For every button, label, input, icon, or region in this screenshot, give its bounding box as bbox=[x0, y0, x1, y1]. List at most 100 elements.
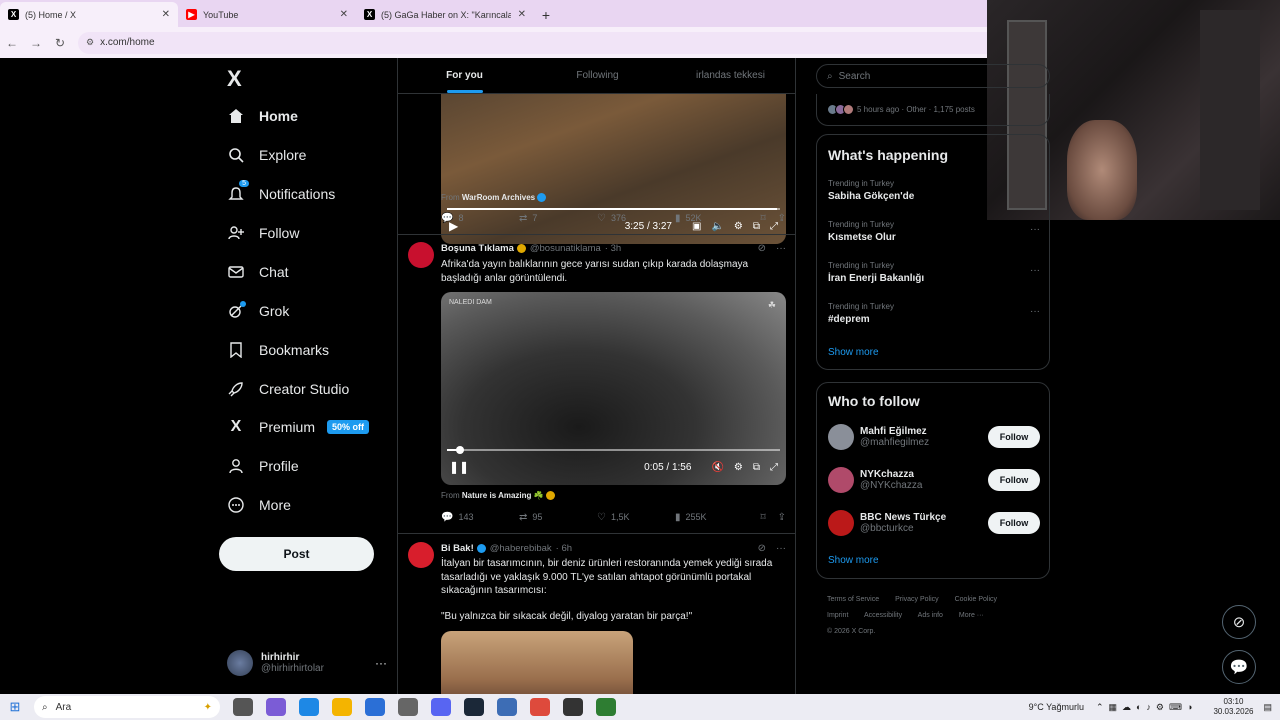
footer-link[interactable]: More ··· bbox=[959, 612, 984, 619]
nav-follow[interactable]: Follow bbox=[227, 221, 299, 245]
notification-icon[interactable]: ▤ bbox=[1263, 702, 1272, 713]
pause-icon[interactable]: ❚❚ bbox=[449, 460, 469, 474]
footer-link[interactable]: Imprint bbox=[827, 612, 848, 619]
nav-creator-studio[interactable]: Creator Studio bbox=[227, 377, 349, 401]
edge-icon[interactable] bbox=[299, 698, 319, 716]
discord-icon[interactable] bbox=[431, 698, 451, 716]
task-view-icon[interactable] bbox=[233, 698, 253, 716]
forward-icon[interactable]: → bbox=[24, 36, 48, 50]
copilot-icon[interactable] bbox=[266, 698, 286, 716]
more-icon[interactable]: ··· bbox=[776, 243, 786, 254]
tweet-time[interactable]: · 3h bbox=[605, 243, 621, 254]
tab-community[interactable]: irlandas tekkesi bbox=[664, 58, 795, 93]
show-more-link[interactable]: Show more bbox=[828, 555, 879, 566]
author-name[interactable]: Boşuna Tıklama bbox=[441, 243, 514, 254]
notepad-icon[interactable] bbox=[596, 698, 616, 716]
trend-item[interactable]: Trending in Turkey #deprem ··· bbox=[828, 302, 1040, 325]
footer-link[interactable]: Privacy Policy bbox=[895, 596, 939, 603]
like-button[interactable]: ♡ 376 bbox=[597, 213, 675, 224]
avatar[interactable] bbox=[408, 242, 434, 268]
steam-icon[interactable] bbox=[464, 698, 484, 716]
post-button[interactable]: Post bbox=[219, 537, 374, 571]
tweet-time[interactable]: · 6h bbox=[556, 543, 572, 554]
author-handle[interactable]: @bosunatiklama bbox=[530, 243, 601, 254]
repost-button[interactable]: ⇄ 95 bbox=[519, 512, 597, 523]
more-icon[interactable]: ··· bbox=[776, 543, 786, 554]
share-icon[interactable]: ⇪ bbox=[778, 213, 786, 224]
tab-following[interactable]: Following bbox=[531, 58, 664, 93]
author-handle[interactable]: @haberebibak bbox=[490, 543, 552, 554]
site-info-icon[interactable]: ⚙ bbox=[86, 37, 94, 48]
nav-profile[interactable]: Profile bbox=[227, 454, 299, 478]
url-field[interactable]: ⚙ x.com/home bbox=[78, 31, 1038, 54]
tray-icons[interactable]: ⌃▦☁◐♪⚙⌨◑ bbox=[1096, 702, 1197, 713]
mute-icon[interactable]: 🔇 bbox=[711, 462, 723, 473]
follow-suggestion[interactable]: BBC News Türkçe @bbcturkce Follow bbox=[828, 508, 1040, 538]
weather-widget[interactable]: 9°C Yağmurlu bbox=[1029, 702, 1084, 712]
reply-button[interactable]: 💬 8 bbox=[441, 213, 519, 224]
file-explorer-icon[interactable] bbox=[332, 698, 352, 716]
like-button[interactable]: ♡ 1,5K bbox=[597, 512, 675, 523]
from-source-link[interactable]: WarRoom Archives bbox=[462, 193, 535, 202]
nav-grok[interactable]: Grok bbox=[227, 299, 289, 323]
author-name[interactable]: Bi Bak! bbox=[441, 543, 474, 554]
follow-suggestion[interactable]: NYKchazza @NYKchazza Follow bbox=[828, 465, 1040, 495]
taskbar-search[interactable]: ⌕ Ara ✦ bbox=[34, 696, 220, 718]
follow-suggestion[interactable]: Mahfi Eğilmez @mahfiegilmez Follow bbox=[828, 422, 1040, 452]
tweet3-image[interactable] bbox=[441, 631, 633, 694]
more-icon[interactable]: ··· bbox=[375, 656, 387, 670]
footer-link[interactable]: Cookie Policy bbox=[955, 596, 997, 603]
trend-item[interactable]: Trending in Turkey İran Enerji Bakanlığı… bbox=[828, 261, 1040, 284]
repost-button[interactable]: ⇄ 7 bbox=[519, 213, 597, 224]
more-icon[interactable]: ··· bbox=[1030, 265, 1040, 276]
grok-fab-button[interactable]: ⊘ bbox=[1222, 605, 1256, 639]
trend-item[interactable]: Trending in Turkey Kısmetse Olur ··· bbox=[828, 220, 1040, 243]
tab-for-you[interactable]: For you bbox=[398, 58, 531, 93]
avatar[interactable] bbox=[408, 542, 434, 568]
browser-tab-youtube[interactable]: ▶ YouTube ✕ bbox=[178, 2, 356, 27]
views-button[interactable]: ▮ 255K bbox=[675, 512, 753, 523]
nav-premium[interactable]: X Premium 50% off bbox=[227, 415, 370, 439]
grok-icon[interactable]: ⊘ bbox=[758, 543, 766, 554]
fullscreen-icon[interactable]: ⤢ bbox=[770, 462, 778, 473]
from-source-link[interactable]: Nature is Amazing ☘️ bbox=[462, 491, 544, 500]
nav-notifications[interactable]: 5 Notifications bbox=[227, 180, 335, 206]
show-more-link[interactable]: Show more bbox=[828, 347, 879, 358]
bookmark-icon[interactable]: ⌑ bbox=[760, 512, 765, 523]
more-icon[interactable]: ··· bbox=[1030, 306, 1040, 317]
nav-explore[interactable]: Explore bbox=[227, 143, 306, 167]
pip-icon[interactable]: ⧉ bbox=[753, 462, 760, 473]
new-tab-button[interactable]: + bbox=[534, 3, 558, 27]
share-icon[interactable]: ⇪ bbox=[778, 512, 786, 523]
settings-icon[interactable]: ⚙ bbox=[734, 462, 743, 473]
reload-icon[interactable]: ↻ bbox=[48, 36, 72, 50]
browser-tab-x[interactable]: X (5) Home / X ✕ bbox=[0, 2, 178, 27]
back-icon[interactable]: ← bbox=[0, 36, 24, 50]
app-icon[interactable] bbox=[398, 698, 418, 716]
close-icon[interactable]: ✕ bbox=[162, 9, 170, 20]
reply-button[interactable]: 💬 143 bbox=[441, 512, 519, 523]
trend-item[interactable]: Trending in Turkey Sabiha Gökçen'de bbox=[828, 179, 1040, 202]
search-input[interactable]: ⌕ Search bbox=[816, 64, 1050, 88]
follow-button[interactable]: Follow bbox=[988, 512, 1040, 534]
browser-tab-gaga[interactable]: X (5) GaGa Haber on X: "Karıncala... ✕ bbox=[356, 2, 534, 27]
chat-fab-button[interactable]: 💬 bbox=[1222, 650, 1256, 684]
obs-icon[interactable] bbox=[563, 698, 583, 716]
chrome-icon[interactable] bbox=[530, 698, 550, 716]
live-event-card[interactable]: 5 hours ago · Other · 1,175 posts bbox=[816, 94, 1050, 126]
follow-button[interactable]: Follow bbox=[988, 469, 1040, 491]
footer-link[interactable]: Ads info bbox=[918, 612, 943, 619]
nav-more[interactable]: More bbox=[227, 493, 291, 517]
close-icon[interactable]: ✕ bbox=[518, 9, 526, 20]
follow-button[interactable]: Follow bbox=[988, 426, 1040, 448]
nav-home[interactable]: Home bbox=[227, 104, 298, 128]
app-icon[interactable] bbox=[497, 698, 517, 716]
close-icon[interactable]: ✕ bbox=[340, 9, 348, 20]
tweet2-video[interactable]: NALEDI DAM ☘ ❚❚ 0:05 / 1:56 🔇 ⚙ ⧉ ⤢ bbox=[441, 292, 786, 485]
footer-link[interactable]: Accessibility bbox=[864, 612, 902, 619]
views-button[interactable]: ▮ 52K bbox=[675, 213, 753, 224]
nav-bookmarks[interactable]: Bookmarks bbox=[227, 338, 329, 362]
footer-link[interactable]: Terms of Service bbox=[827, 596, 879, 603]
account-switcher[interactable]: hirhirhir @hirhirhirtolar ··· bbox=[227, 648, 387, 678]
windows-start-icon[interactable]: ⊞ bbox=[0, 699, 30, 715]
